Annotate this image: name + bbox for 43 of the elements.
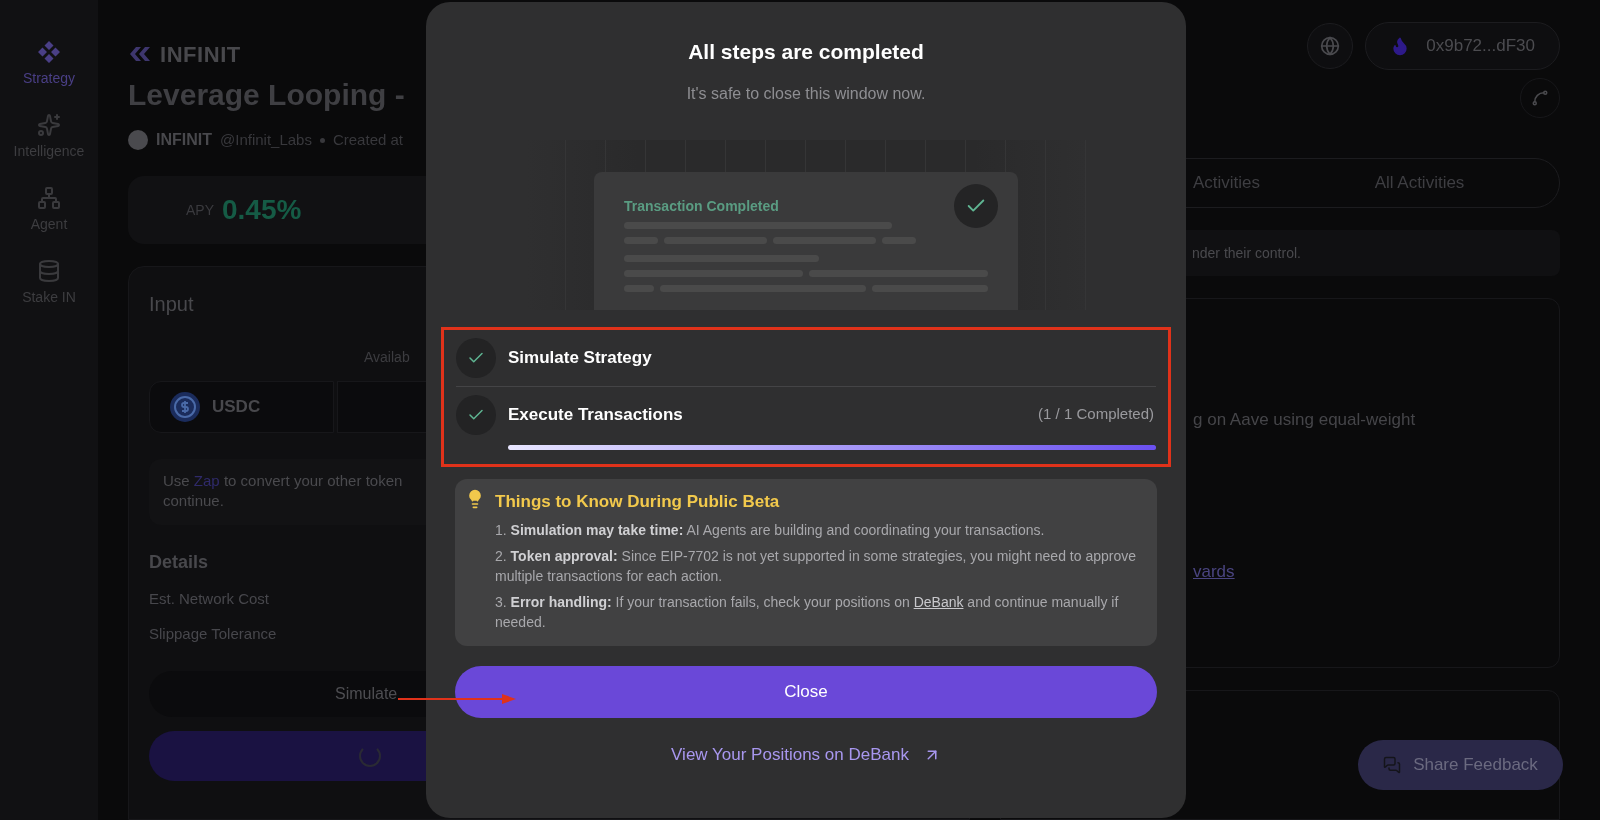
coin-icon bbox=[170, 392, 200, 422]
globe-icon bbox=[1320, 36, 1341, 56]
chat-icon bbox=[1383, 756, 1402, 774]
close-button[interactable]: Close bbox=[455, 666, 1157, 718]
language-button[interactable] bbox=[1307, 23, 1354, 69]
tips-title: Things to Know During Public Beta bbox=[495, 490, 781, 513]
description-text: g on Aave using equal-weight bbox=[1193, 410, 1416, 429]
debank-positions-link[interactable]: View Your Positions on DeBank bbox=[671, 742, 941, 768]
rewards-link[interactable]: vards bbox=[1193, 561, 1235, 581]
step-label: Simulate Strategy bbox=[508, 346, 653, 369]
curve-icon bbox=[1531, 89, 1549, 107]
tip-text: 1. Simulation may take time: AI Agents are building and coordinating your transactions. bbox=[495, 521, 1046, 540]
receipt-title: Transaction Completed bbox=[624, 196, 779, 216]
apy-value: 0.45% bbox=[222, 193, 302, 227]
avatar-icon bbox=[128, 130, 148, 150]
dialog-subtitle: It's safe to close this window now. bbox=[686, 83, 926, 104]
diamonds-icon bbox=[37, 40, 61, 64]
database-icon bbox=[37, 259, 61, 283]
details-title: Details bbox=[149, 551, 209, 574]
check-icon bbox=[954, 183, 998, 228]
strategy-title: Leverage Looping - bbox=[128, 80, 405, 110]
token-selector[interactable]: USDC bbox=[149, 381, 334, 433]
step-count: (1 / 1 Completed) bbox=[1038, 404, 1155, 425]
sparkle-icon bbox=[37, 113, 61, 137]
tip-text: 2. Token approval: Since EIP-7702 is not yet supported in some strategies, you might need to approve multiple transactions for each action. bbox=[495, 547, 1137, 586]
notice-text: nder their control. bbox=[1192, 243, 1301, 263]
logo-text: INFINIT bbox=[160, 40, 241, 69]
tip-text: 3. Error handling: If your transaction fails, check your positions on DeBank and continue manually if needed. bbox=[495, 593, 1120, 632]
debank-link[interactable]: DeBank bbox=[913, 594, 964, 610]
input-title: Input bbox=[149, 292, 195, 317]
feedback-button[interactable]: Share Feedback bbox=[1358, 740, 1563, 790]
detail-label: Est. Network Cost bbox=[149, 589, 270, 609]
dialog-title: All steps are completed bbox=[688, 39, 924, 65]
network-icon bbox=[37, 186, 61, 210]
detail-label: Slippage Tolerance bbox=[149, 623, 277, 644]
zap-link[interactable]: Zap bbox=[193, 472, 220, 489]
step-label: Execute Transactions bbox=[508, 403, 684, 426]
wallet-button[interactable]: 0x9b72...dF30 bbox=[1365, 22, 1560, 70]
sidebar-item[interactable]: Strategy bbox=[22, 40, 76, 89]
logo-icon bbox=[128, 45, 152, 63]
zap-text: Use Zap to convert your other token bbox=[163, 472, 403, 489]
zap-text-line: continue. bbox=[163, 491, 224, 511]
author-name: INFINIT bbox=[156, 130, 212, 150]
